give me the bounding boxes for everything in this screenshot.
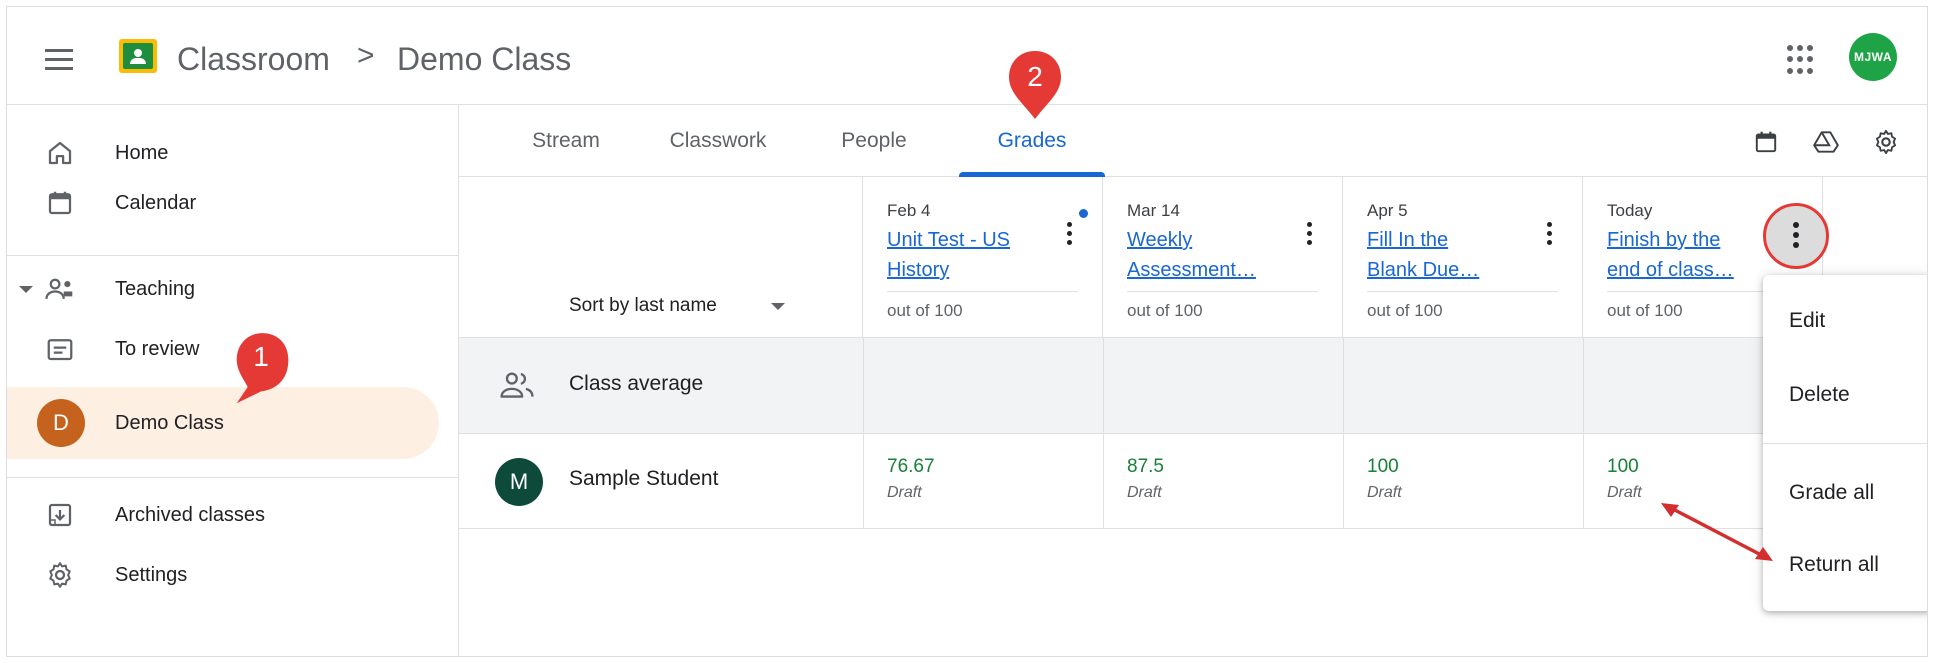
assignment-date: Today [1607,201,1653,220]
calendar-icon [43,186,77,220]
annotation-number: 2 [1027,61,1043,92]
assignment-options-menu: Edit Delete Grade all Return all [1763,275,1927,611]
grade-value[interactable]: 87.5 [1127,456,1164,478]
grade-value[interactable]: 100 [1367,456,1399,478]
annotation-marker-1: 1 [231,333,291,404]
assignment-title-link[interactable]: Weekly Assessment… [1127,225,1263,285]
assignment-date: Feb 4 [887,201,931,220]
sidebar-item-to-review[interactable]: To review [7,319,447,379]
menu-divider [1763,443,1927,444]
teaching-icon [43,272,77,306]
student-name[interactable]: Sample Student [569,467,718,491]
sidebar-item-label: Home [115,141,169,164]
grade-value[interactable]: 76.67 [887,456,935,478]
sort-dropdown-caret-icon[interactable] [771,303,785,310]
class-avatar-initial: D [37,399,85,447]
assignment-title-link[interactable]: Finish by the end of class… [1607,225,1743,285]
grades-table: Sort by last name Feb 4 Unit Test - US H… [459,177,1927,656]
more-options-icon[interactable] [1051,213,1087,253]
grade-status: Draft [1367,484,1402,501]
sidebar-divider [7,477,459,478]
home-icon [43,136,77,170]
top-app-bar: Classroom > Demo Class MJWA [7,7,1927,105]
sidebar-item-teaching[interactable]: Teaching [7,259,447,319]
column-divider [863,434,864,528]
archive-icon [43,498,77,532]
sort-dropdown[interactable]: Sort by last name [569,295,717,317]
people-group-icon [499,370,535,405]
assignment-title-link[interactable]: Fill In the Blank Due… [1367,225,1503,285]
column-divider [863,338,864,433]
grade-value[interactable]: 100 [1607,456,1639,478]
google-calendar-icon[interactable] [1751,127,1781,157]
to-review-icon [43,332,77,366]
sidebar-item-demo-class[interactable]: D Demo Class [7,387,439,459]
google-apps-icon[interactable] [1787,45,1817,75]
assignment-header: Mar 14 Weekly Assessment… out of 100 [1103,177,1343,337]
account-avatar[interactable]: MJWA [1849,33,1897,81]
annotation-marker-2: 2 [1005,51,1065,119]
column-divider [1343,434,1344,528]
assignment-date: Mar 14 [1127,201,1180,220]
column-divider [1103,338,1104,433]
annotation-number: 1 [253,341,269,372]
drive-folder-icon[interactable] [1811,127,1841,157]
header-rule [1367,291,1558,292]
grade-status: Draft [1127,484,1162,501]
class-avatar: D [37,399,85,447]
menu-item-delete[interactable]: Delete [1763,365,1927,425]
annotation-arrow-icon [1661,503,1773,561]
student-avatar: M [495,458,543,506]
sidebar-item-archived-classes[interactable]: Archived classes [7,485,447,545]
sidebar-item-label: Teaching [115,277,196,300]
app-title[interactable]: Classroom [177,41,330,78]
more-options-highlighted-icon[interactable] [1763,203,1829,269]
class-settings-icon[interactable] [1871,127,1901,157]
sidebar-item-calendar[interactable]: Calendar [7,173,447,233]
column-divider [1583,338,1584,433]
sidebar-item-label: Archived classes [115,503,266,526]
sidebar-item-label: Demo Class [115,411,224,434]
assignment-out-of: out of 100 [887,301,963,320]
sidebar-item-label: To review [115,337,200,360]
grade-status: Draft [887,484,922,501]
sort-header-cell: Sort by last name [459,177,863,337]
assignment-header: Feb 4 Unit Test - US History out of 100 [863,177,1103,337]
assignment-date: Apr 5 [1367,201,1408,220]
class-average-label: Class average [569,372,704,395]
assignment-out-of: out of 100 [1127,301,1203,320]
app-window: Classroom > Demo Class MJWA Home Calenda… [6,6,1928,657]
grade-status: Draft [1607,484,1642,501]
column-divider [1583,434,1584,528]
sidebar-item-label: Calendar [115,191,197,214]
main-menu-icon[interactable] [45,43,93,83]
header-rule [1127,291,1318,292]
menu-item-return-all[interactable]: Return all [1763,535,1927,595]
sidebar-item-settings[interactable]: Settings [7,545,447,605]
breadcrumb-separator: > [357,39,375,72]
sidebar-item-label: Settings [115,563,188,586]
assignment-out-of: out of 100 [1607,301,1683,320]
column-divider [1343,338,1344,433]
sidebar-divider [7,255,459,256]
menu-item-grade-all[interactable]: Grade all [1763,463,1927,523]
expand-caret-icon[interactable] [19,286,33,293]
tab-people[interactable]: People [819,105,929,177]
assignment-header: Apr 5 Fill In the Blank Due… out of 100 [1343,177,1583,337]
breadcrumb-class-name[interactable]: Demo Class [397,41,571,78]
tab-stream[interactable]: Stream [511,105,621,177]
class-tabs: Stream Classwork People Grades [459,105,1927,177]
column-divider [1103,434,1104,528]
settings-icon [43,558,77,592]
assignment-title-link[interactable]: Unit Test - US History [887,225,1023,285]
menu-item-edit[interactable]: Edit [1763,291,1927,351]
more-options-icon[interactable] [1291,213,1327,253]
tab-classwork[interactable]: Classwork [653,105,783,177]
header-rule [887,291,1078,292]
class-average-row: Class average [459,337,1927,433]
assignment-out-of: out of 100 [1367,301,1443,320]
more-options-icon[interactable] [1531,213,1567,253]
classroom-logo-icon[interactable] [119,39,157,73]
